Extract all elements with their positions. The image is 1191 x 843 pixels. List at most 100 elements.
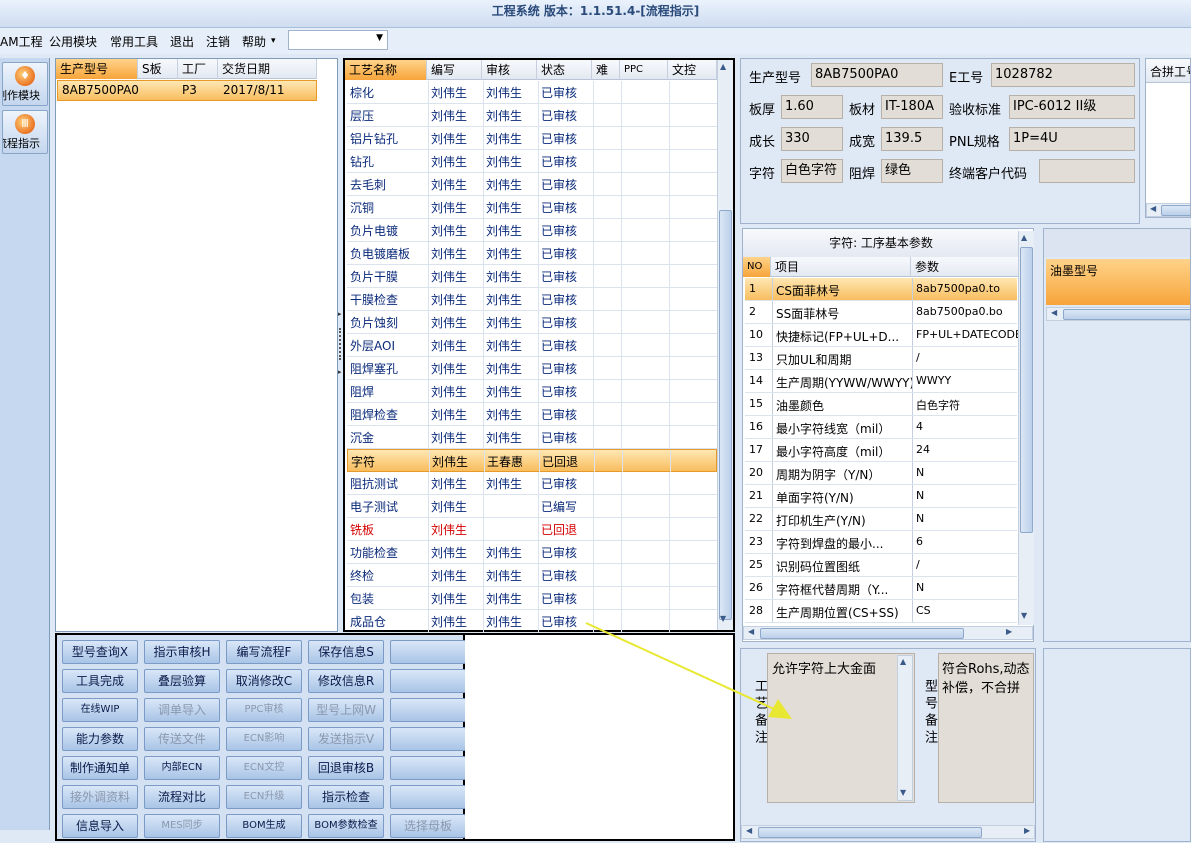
col-no[interactable]: NO [743,257,771,277]
process-row[interactable]: 阻焊塞孔 刘伟生 刘伟生 已审核 [347,357,717,380]
nav-make-module[interactable]: ♦ 制作模块 [2,62,48,106]
scroll-thumb[interactable] [758,827,982,838]
action-button[interactable]: 发送指示V [308,727,384,751]
param-row[interactable]: 23 字符到焊盘的最小... 6 [745,531,1017,554]
model-field[interactable]: 8AB7500PA0 [811,63,943,87]
action-button[interactable]: 工具完成 [62,669,138,693]
action-button[interactable]: ECN影响 [226,727,302,751]
scroll-up-icon[interactable]: ▲ [900,657,906,666]
param-row[interactable]: 22 打印机生产(Y/N) N [745,508,1017,531]
menu-help[interactable]: 帮助 [242,33,266,50]
menu-common-tools[interactable]: 常用工具 [110,33,158,50]
process-row[interactable]: 阻焊 刘伟生 刘伟生 已审核 [347,380,717,403]
scroll-right-icon[interactable]: ▶ [1006,627,1012,636]
process-row[interactable]: 负电镀磨板 刘伟生 刘伟生 已审核 [347,242,717,265]
width-field[interactable]: 139.5 [881,127,943,151]
process-row[interactable]: 去毛刺 刘伟生 刘伟生 已审核 [347,173,717,196]
process-scrollbar[interactable]: ▲ ▼ [717,60,733,630]
process-row[interactable]: 负片蚀刻 刘伟生 刘伟生 已审核 [347,311,717,334]
remark-vscroll[interactable]: ▲ ▼ [897,655,913,801]
menu-exit[interactable]: 退出 [170,33,194,50]
action-button[interactable]: 编写流程F [226,640,302,664]
remark-hscroll[interactable]: ◀ ▶ [741,825,1035,839]
mask-field[interactable]: 绿色 [881,159,943,183]
param-row[interactable]: 1 CS面菲林号 8ab7500pa0.to [745,278,1017,301]
action-button[interactable]: 回退审核B [308,756,384,780]
empty-action-button[interactable] [390,785,466,809]
action-button[interactable]: 指示审核H [144,640,220,664]
action-button[interactable]: 能力参数 [62,727,138,751]
action-button[interactable]: 制作通知单 [62,756,138,780]
process-row[interactable]: 铣板 刘伟生 已回退 [347,518,717,541]
col-factory[interactable]: 工厂 [178,59,218,79]
action-button[interactable]: PPC审核 [226,698,302,722]
empty-action-button[interactable] [390,756,466,780]
process-row[interactable]: 包装 刘伟生 刘伟生 已审核 [347,587,717,610]
action-button[interactable]: ECN升级 [226,785,302,809]
pnl-field[interactable]: 1P=4U [1009,127,1135,151]
param-row[interactable]: 13 只加UL和周期 / [745,347,1017,370]
col-param[interactable]: 参数 [911,257,1019,277]
action-button[interactable]: 内部ECN [144,756,220,780]
col-writer[interactable]: 编写 [427,60,482,80]
empty-action-button[interactable] [390,669,466,693]
process-row[interactable]: 功能检查 刘伟生 刘伟生 已审核 [347,541,717,564]
scroll-left-icon[interactable]: ◀ [746,826,752,835]
action-button[interactable]: 型号查询X [62,640,138,664]
process-row[interactable]: 棕化 刘伟生 刘伟生 已审核 [347,81,717,104]
toolbar-combo[interactable]: ▼ [288,30,388,50]
scroll-thumb[interactable] [1020,247,1033,533]
empty-action-button[interactable] [390,698,466,722]
action-button[interactable]: 在线WIP [62,698,138,722]
params-vscroll[interactable]: ▲ ▼ [1018,231,1034,625]
menu-am-project[interactable]: AM工程 [0,33,43,50]
param-row[interactable]: 21 单面字符(Y/N) N [745,485,1017,508]
process-row[interactable]: 钻孔 刘伟生 刘伟生 已审核 [347,150,717,173]
param-row[interactable]: 10 快捷标记(FP+UL+D... FP+UL+DATECODE [745,324,1018,347]
col-difficulty[interactable]: 难 [592,60,620,80]
param-row[interactable]: 14 生产周期(YYWW/WWYY) WWYY [745,370,1017,393]
scroll-up-icon[interactable]: ▲ [720,62,726,71]
menu-logout[interactable]: 注销 [206,33,230,50]
param-row[interactable]: 25 识别码位置图纸 / [745,554,1017,577]
process-row[interactable]: 负片干膜 刘伟生 刘伟生 已审核 [347,265,717,288]
action-button[interactable]: BOM参数检查 [308,814,384,838]
scroll-down-icon[interactable]: ▼ [900,788,906,797]
thickness-field[interactable]: 1.60 [781,95,843,119]
process-row[interactable]: 阻抗测试 刘伟生 刘伟生 已审核 [347,472,717,495]
col-item[interactable]: 项目 [771,257,911,277]
scroll-thumb[interactable] [719,210,732,620]
table-row[interactable]: 8AB7500PA0 P3 2017/8/11 [57,80,317,101]
param-row[interactable]: 2 SS面菲林号 8ab7500pa0.bo [745,301,1017,324]
action-button[interactable]: MES同步 [144,814,220,838]
standard-field[interactable]: IPC-6012 II级 [1009,95,1135,119]
col-delivery-date[interactable]: 交货日期 [218,59,317,79]
col-status[interactable]: 状态 [537,60,592,80]
process-row[interactable]: 终检 刘伟生 刘伟生 已审核 [347,564,717,587]
col-doc-control[interactable]: 文控 [668,60,717,80]
col-s-board[interactable]: S板 [138,59,178,79]
col-model[interactable]: 生产型号 [56,59,138,79]
param-row[interactable]: 15 油墨颜色 白色字符 [745,393,1017,416]
col-reviewer[interactable]: 审核 [482,60,537,80]
help-dropdown-arrow-icon[interactable]: ▾ [271,36,276,46]
scroll-left-icon[interactable]: ◀ [1150,204,1156,213]
scroll-thumb[interactable] [1161,205,1190,216]
scroll-right-icon[interactable]: ▶ [1024,826,1030,835]
model-remark-text[interactable]: 符合Rohs,动态补偿，不合拼 [938,653,1034,803]
process-row[interactable]: 字符 刘伟生 王春惠 已回退 [347,449,717,472]
action-button[interactable]: 指示检查 [308,785,384,809]
param-row[interactable]: 26 字符框代替周期（Y... N [745,577,1017,600]
action-button[interactable]: 取消修改C [226,669,302,693]
action-button[interactable]: 传送文件 [144,727,220,751]
action-button[interactable]: 信息导入 [62,814,138,838]
scroll-down-icon[interactable]: ▼ [1021,611,1027,620]
merge-hscroll[interactable]: ◀ [1146,203,1190,217]
material-field[interactable]: IT-180A [881,95,943,119]
process-row[interactable]: 沉铜 刘伟生 刘伟生 已审核 [347,196,717,219]
action-button[interactable]: 保存信息S [308,640,384,664]
length-field[interactable]: 330 [781,127,843,151]
scroll-up-icon[interactable]: ▲ [1021,233,1027,242]
param-row[interactable]: 17 最小字符高度（mil） 24 [745,439,1017,462]
process-row[interactable]: 沉金 刘伟生 刘伟生 已审核 [347,426,717,449]
